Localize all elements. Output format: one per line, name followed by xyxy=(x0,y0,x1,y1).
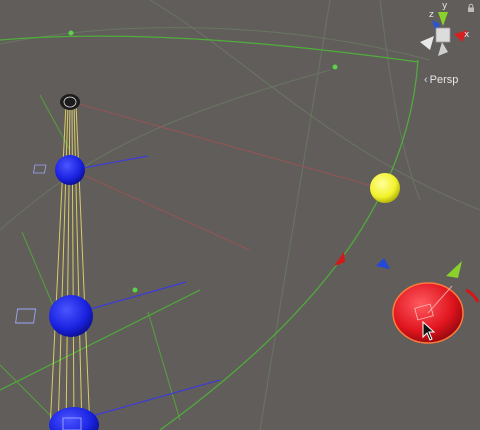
mouse-pointer-icon xyxy=(422,321,436,341)
dark-planet[interactable] xyxy=(60,94,80,110)
scene-canvas[interactable] xyxy=(0,0,480,430)
yellow-planet[interactable] xyxy=(370,173,400,203)
yellow-guides xyxy=(49,103,91,430)
lock-icon[interactable] xyxy=(466,3,476,13)
gizmo-axis-x-label: x xyxy=(464,30,470,40)
blue-guides xyxy=(71,155,221,419)
green-guides xyxy=(0,94,181,426)
move-handle-x-cone-right[interactable] xyxy=(465,288,480,303)
blue-planet-2[interactable] xyxy=(15,295,93,337)
blue-planet-1[interactable] xyxy=(33,155,85,185)
move-handle-z-cone[interactable] xyxy=(376,258,390,269)
move-handle-y-cone[interactable] xyxy=(446,261,462,278)
green-markers xyxy=(68,30,338,293)
orbit-main xyxy=(0,35,419,430)
move-handle-x-cone[interactable] xyxy=(334,252,345,266)
chevron-left-icon: ‹ xyxy=(424,74,428,86)
gizmo-axis-z-label: z xyxy=(429,10,434,20)
scene-viewport[interactable]: y z x ‹ Persp xyxy=(0,0,480,430)
projection-label: Persp xyxy=(429,74,459,86)
projection-toggle[interactable]: ‹ Persp xyxy=(424,74,458,86)
gizmo-axis-y-label: y xyxy=(442,1,448,11)
orientation-gizmo-icon xyxy=(420,12,468,56)
red-guides xyxy=(71,101,381,251)
blue-planet-3[interactable] xyxy=(49,407,99,430)
orientation-gizmo[interactable]: y z x xyxy=(412,1,472,66)
orbit-arcs-faint xyxy=(0,0,480,430)
